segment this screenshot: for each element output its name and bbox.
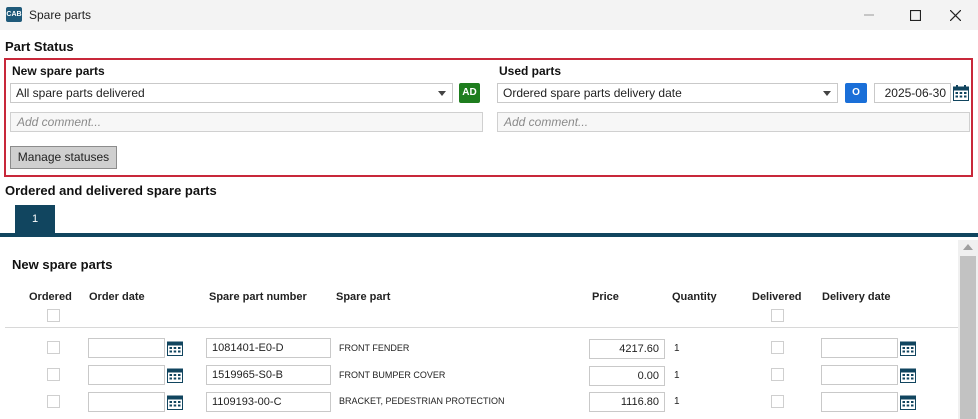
ordered-select-all-checkbox[interactable] bbox=[47, 309, 60, 322]
new-parts-table-title: New spare parts bbox=[12, 257, 113, 272]
col-ordered: Ordered bbox=[29, 291, 72, 303]
col-delivery-date: Delivery date bbox=[822, 291, 891, 303]
ordered-checkbox[interactable] bbox=[47, 395, 60, 408]
used-parts-status-badge: O bbox=[845, 83, 867, 103]
new-parts-label: New spare parts bbox=[12, 64, 105, 78]
delivered-checkbox[interactable] bbox=[771, 395, 784, 408]
calendar-icon[interactable] bbox=[900, 394, 916, 410]
calendar-icon[interactable] bbox=[167, 340, 183, 356]
header-divider bbox=[5, 327, 958, 328]
manage-statuses-button[interactable]: Manage statuses bbox=[10, 146, 117, 169]
ordered-delivered-title: Ordered and delivered spare parts bbox=[5, 183, 217, 198]
part-status-title: Part Status bbox=[5, 39, 74, 54]
title-bar: CAB Spare parts bbox=[0, 0, 978, 30]
quantity: 1 bbox=[674, 343, 680, 354]
chevron-down-icon bbox=[438, 91, 446, 96]
calendar-icon[interactable] bbox=[900, 367, 916, 383]
used-parts-status-value: Ordered spare parts delivery date bbox=[503, 86, 682, 100]
new-parts-status-badge: AD bbox=[459, 83, 480, 103]
used-parts-comment-input[interactable]: Add comment... bbox=[497, 112, 970, 132]
minimize-icon bbox=[864, 14, 874, 16]
price-field[interactable]: 1116.80 bbox=[589, 392, 665, 412]
quantity: 1 bbox=[674, 396, 680, 407]
maximize-icon bbox=[909, 9, 921, 21]
window-title: Spare parts bbox=[29, 8, 92, 22]
used-parts-date-field[interactable]: 2025-06-30 bbox=[874, 83, 951, 103]
price-field[interactable]: 0.00 bbox=[589, 366, 665, 386]
order-date-field[interactable] bbox=[88, 392, 165, 412]
part-name: FRONT FENDER bbox=[339, 343, 410, 353]
delivered-checkbox[interactable] bbox=[771, 341, 784, 354]
part-number-field[interactable]: 1519965-S0-B bbox=[206, 365, 331, 385]
order-date-field[interactable] bbox=[88, 338, 165, 358]
delivered-checkbox[interactable] bbox=[771, 368, 784, 381]
new-parts-status-select[interactable]: All spare parts delivered bbox=[10, 83, 453, 103]
tab-underline bbox=[0, 233, 978, 237]
col-order-date: Order date bbox=[89, 291, 145, 303]
ordered-checkbox[interactable] bbox=[47, 368, 60, 381]
new-parts-comment-input[interactable]: Add comment... bbox=[10, 112, 483, 132]
col-quantity: Quantity bbox=[672, 291, 717, 303]
calendar-icon[interactable] bbox=[167, 367, 183, 383]
calendar-icon[interactable] bbox=[953, 85, 969, 101]
price-field[interactable]: 4217.60 bbox=[589, 339, 665, 359]
scroll-up-icon[interactable] bbox=[963, 244, 973, 250]
tab-1[interactable]: 1 bbox=[15, 205, 55, 233]
part-number-field[interactable]: 1109193-00-C bbox=[206, 392, 331, 412]
quantity: 1 bbox=[674, 370, 680, 381]
minimize-button[interactable] bbox=[846, 0, 892, 30]
delivery-date-field[interactable] bbox=[821, 338, 898, 358]
col-delivered: Delivered bbox=[752, 291, 802, 303]
part-name: FRONT BUMPER COVER bbox=[339, 370, 446, 380]
new-parts-status-value: All spare parts delivered bbox=[16, 86, 145, 100]
used-parts-status-select[interactable]: Ordered spare parts delivery date bbox=[497, 83, 838, 103]
delivery-date-field[interactable] bbox=[821, 365, 898, 385]
col-part-number: Spare part number bbox=[209, 291, 307, 303]
col-part-name: Spare part bbox=[336, 291, 391, 303]
col-price: Price bbox=[592, 291, 619, 303]
scrollbar-thumb[interactable] bbox=[960, 256, 976, 419]
part-name: BRACKET, PEDESTRIAN PROTECTION bbox=[339, 396, 505, 406]
close-button[interactable] bbox=[932, 0, 978, 30]
calendar-icon[interactable] bbox=[167, 394, 183, 410]
used-parts-label: Used parts bbox=[499, 64, 562, 78]
order-date-field[interactable] bbox=[88, 365, 165, 385]
delivered-select-all-checkbox[interactable] bbox=[771, 309, 784, 322]
ordered-checkbox[interactable] bbox=[47, 341, 60, 354]
chevron-down-icon bbox=[823, 91, 831, 96]
delivery-date-field[interactable] bbox=[821, 392, 898, 412]
close-icon bbox=[949, 9, 961, 21]
part-number-field[interactable]: 1081401-E0-D bbox=[206, 338, 331, 358]
calendar-icon[interactable] bbox=[900, 340, 916, 356]
app-logo-icon: CAB bbox=[6, 7, 22, 22]
